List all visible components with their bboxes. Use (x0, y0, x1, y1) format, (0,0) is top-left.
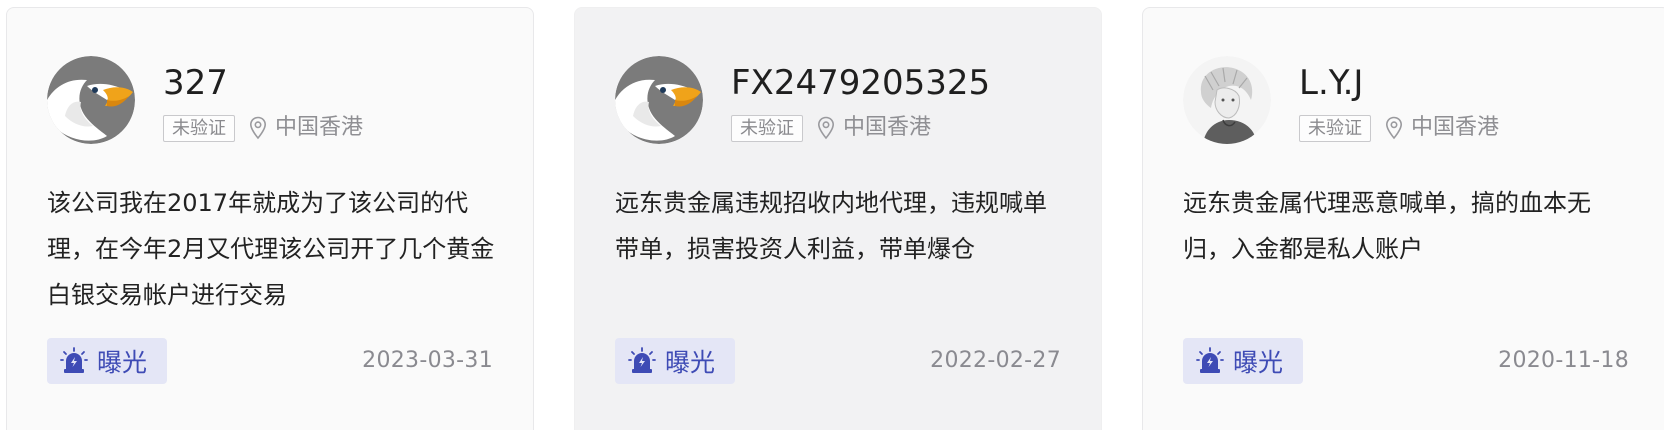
map-pin-icon (249, 116, 267, 140)
review-description[interactable]: 远东贵金属违规招收内地代理，违规喊单带单，损害投资人利益，带单爆仓 (615, 180, 1065, 272)
review-description[interactable]: 远东贵金属代理恶意喊单，搞的血本无归，入金都是私人账户 (1183, 180, 1633, 272)
unverified-badge: 未验证 (731, 114, 803, 142)
review-description[interactable]: 该公司我在2017年就成为了该公司的代理，在今年2月又代理该公司开了几个黄金白银… (47, 180, 497, 318)
alarm-light-icon (627, 346, 657, 376)
user-avatar[interactable] (1183, 56, 1271, 144)
alarm-light-icon (59, 346, 89, 376)
unverified-badge: 未验证 (163, 114, 235, 142)
location-text: 中国香港 (843, 115, 932, 140)
sketch-portrait-avatar-image (1183, 56, 1271, 144)
exposure-label: 曝光 (665, 348, 716, 377)
user-avatar[interactable] (615, 56, 703, 144)
user-meta: 未验证 中国香港 (163, 113, 363, 143)
unverified-badge: 未验证 (1299, 114, 1371, 142)
eagle-avatar-image (47, 56, 135, 144)
exposure-tag[interactable]: 曝光 (47, 338, 167, 384)
user-meta: 未验证 中国香港 (731, 113, 931, 143)
location-text: 中国香港 (1411, 115, 1500, 140)
exposure-tag[interactable]: 曝光 (1183, 338, 1303, 384)
user-avatar[interactable] (47, 56, 135, 144)
user-meta: 未验证 中国香港 (1299, 113, 1499, 143)
review-card[interactable]: L.Y.J 未验证 中国香港 远东贵金属代理恶意喊单，搞的血本无归，入金都是私人… (1142, 7, 1664, 430)
post-date: 2023-03-31 (362, 348, 493, 373)
username[interactable]: L.Y.J (1299, 63, 1363, 103)
post-date: 2020-11-18 (1498, 348, 1629, 373)
exposure-label: 曝光 (97, 348, 148, 377)
username[interactable]: FX2479205325 (731, 63, 990, 103)
exposure-label: 曝光 (1233, 348, 1284, 377)
alarm-light-icon (1195, 346, 1225, 376)
review-card[interactable]: 327 未验证 中国香港 该公司我在2017年就成为了该公司的代理，在今年2月又… (6, 7, 534, 430)
location-text: 中国香港 (275, 115, 364, 140)
map-pin-icon (1385, 116, 1403, 140)
review-card[interactable]: FX2479205325 未验证 中国香港 远东贵金属违规招收内地代理，违规喊单… (574, 7, 1102, 430)
exposure-tag[interactable]: 曝光 (615, 338, 735, 384)
post-date: 2022-02-27 (930, 348, 1061, 373)
eagle-avatar-image (615, 56, 703, 144)
map-pin-icon (817, 116, 835, 140)
username[interactable]: 327 (163, 63, 228, 103)
